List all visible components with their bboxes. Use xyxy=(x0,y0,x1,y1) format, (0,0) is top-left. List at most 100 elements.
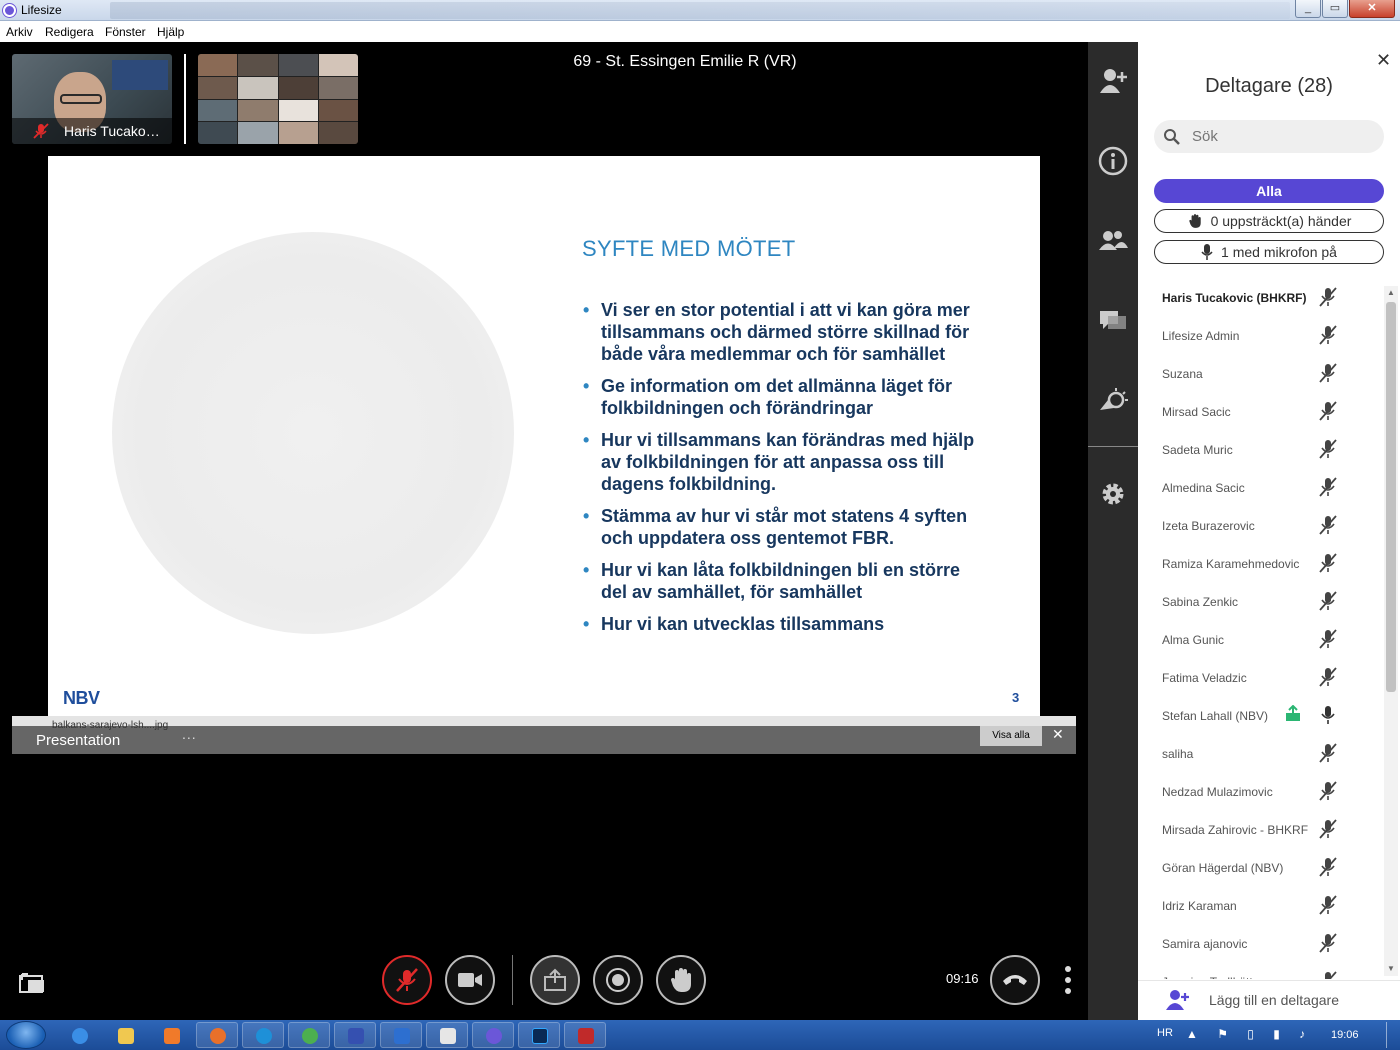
taskbar-edge[interactable] xyxy=(242,1022,284,1048)
raise-hand-icon xyxy=(671,968,691,992)
taskbar-lifesize[interactable] xyxy=(472,1022,514,1048)
camera-button[interactable] xyxy=(445,955,495,1005)
scrollbar-thumb[interactable] xyxy=(1386,302,1396,692)
taskbar-ie[interactable] xyxy=(58,1022,100,1048)
participant-name: Jasmina Trollhättan xyxy=(1162,975,1266,979)
menu-arkiv[interactable]: Arkiv xyxy=(6,25,33,39)
filter-all-button[interactable]: Alla xyxy=(1154,179,1384,203)
participant-row[interactable]: Suzana xyxy=(1138,355,1384,393)
add-user-icon[interactable] xyxy=(1098,66,1128,96)
participant-name: Stefan Lahall (NBV) xyxy=(1162,709,1269,723)
participant-list-scrollbar[interactable]: ▲ ▼ xyxy=(1384,286,1398,976)
add-participant-label: Lägg till en deltagare xyxy=(1209,992,1339,1008)
picture-in-picture-icon[interactable] xyxy=(18,972,46,994)
shared-presentation-slide: SYFTE MED MÖTET Vi ser en stor potential… xyxy=(48,156,1040,716)
taskbar-app[interactable] xyxy=(380,1022,422,1048)
participant-row[interactable]: Fatima Veladzic xyxy=(1138,659,1384,697)
maximize-button[interactable]: ▭ xyxy=(1322,0,1348,18)
taskbar-save[interactable] xyxy=(334,1022,376,1048)
tray-language[interactable]: HR xyxy=(1157,1027,1173,1039)
participant-row[interactable]: Izeta Burazerovic xyxy=(1138,507,1384,545)
muted-mic-icon xyxy=(1319,363,1337,383)
close-icon[interactable]: ✕ xyxy=(1376,50,1391,71)
participant-row[interactable]: Mirsada Zahirovic - BHKRF xyxy=(1138,811,1384,849)
participant-row[interactable]: Sadeta Muric xyxy=(1138,431,1384,469)
info-icon[interactable] xyxy=(1098,146,1128,176)
scroll-down-arrow[interactable]: ▼ xyxy=(1386,964,1396,974)
chat-icon[interactable] xyxy=(1098,306,1128,336)
record-button[interactable] xyxy=(593,955,643,1005)
raise-hand-button[interactable] xyxy=(656,955,706,1005)
muted-mic-icon xyxy=(396,968,418,992)
taskbar-photoshop[interactable] xyxy=(518,1022,560,1048)
hang-up-button[interactable] xyxy=(990,955,1040,1005)
participant-row[interactable]: Göran Hägerdal (NBV) xyxy=(1138,849,1384,887)
slide-bullet: Vi ser en stor potential i att vi kan gö… xyxy=(582,299,982,365)
participant-row[interactable]: saliha xyxy=(1138,735,1384,773)
participant-row[interactable]: Mirsad Sacic xyxy=(1138,393,1384,431)
close-icon[interactable]: ✕ xyxy=(1052,726,1064,743)
participant-name: Nedzad Mulazimovic xyxy=(1162,785,1273,799)
taskbar-chrome[interactable] xyxy=(288,1022,330,1048)
menu-hjalp[interactable]: Hjälp xyxy=(157,25,184,39)
muted-mic-icon xyxy=(1319,439,1337,459)
muted-mic-icon xyxy=(1319,325,1337,345)
taskbar-media[interactable] xyxy=(150,1022,192,1048)
participant-name: Izeta Burazerovic xyxy=(1162,519,1255,533)
participant-row[interactable]: Almedina Sacic xyxy=(1138,469,1384,507)
participant-name: Mirsada Zahirovic - BHKRF xyxy=(1162,823,1309,837)
taskbar-explorer[interactable] xyxy=(104,1022,146,1048)
filter-raised-hands-button[interactable]: 0 uppsträckt(a) händer xyxy=(1154,209,1384,233)
add-user-icon xyxy=(1166,990,1189,1010)
participant-row[interactable]: Idriz Karaman xyxy=(1138,887,1384,925)
share-screen-button[interactable] xyxy=(530,955,580,1005)
start-button[interactable] xyxy=(6,1021,46,1049)
participant-name: Ramiza Karamehmedovic xyxy=(1162,557,1300,571)
participant-row[interactable]: Alma Gunic xyxy=(1138,621,1384,659)
participant-name: Suzana xyxy=(1162,367,1203,381)
participant-row[interactable]: Haris Tucakovic (BHKRF) xyxy=(1138,279,1384,317)
participant-row[interactable]: Sabina Zenkic xyxy=(1138,583,1384,621)
scroll-up-arrow[interactable]: ▲ xyxy=(1386,288,1396,298)
gear-icon[interactable] xyxy=(1098,479,1128,509)
more-options-button[interactable]: ... xyxy=(182,726,197,742)
participant-row[interactable]: Stefan Lahall (NBV) xyxy=(1138,697,1384,735)
system-tray-icons[interactable]: ▲ ⚑ ▯ ▮ ♪ xyxy=(1186,1027,1313,1041)
add-participant-button[interactable]: Lägg till en deltagare xyxy=(1138,980,1400,1020)
filter-mic-on-label: 1 med mikrofon på xyxy=(1221,244,1337,260)
participants-icon[interactable] xyxy=(1098,226,1128,256)
show-desktop-button[interactable] xyxy=(1386,1022,1396,1048)
search-input[interactable] xyxy=(1192,128,1372,145)
participant-row[interactable]: Samira ajanovic xyxy=(1138,925,1384,963)
microphone-on-icon xyxy=(1321,706,1335,724)
participant-name: Lifesize Admin xyxy=(1162,329,1240,343)
participant-row[interactable]: Ramiza Karamehmedovic xyxy=(1138,545,1384,583)
muted-mic-icon xyxy=(1319,781,1337,801)
search-field[interactable] xyxy=(1154,120,1384,153)
menu-redigera[interactable]: Redigera xyxy=(45,25,94,39)
taskbar-game[interactable] xyxy=(564,1022,606,1048)
participant-name: Idriz Karaman xyxy=(1162,899,1237,913)
menu-fonster[interactable]: Fönster xyxy=(105,25,146,39)
mute-microphone-button[interactable] xyxy=(382,955,432,1005)
close-window-button[interactable]: ✕ xyxy=(1349,0,1395,18)
filter-mic-on-button[interactable]: 1 med mikrofon på xyxy=(1154,240,1384,264)
more-options-icon[interactable] xyxy=(1062,964,1074,996)
participant-row[interactable]: Nedzad Mulazimovic xyxy=(1138,773,1384,811)
minimize-button[interactable]: _ xyxy=(1295,0,1321,18)
participants-panel: ✕ Deltagare (28) Alla 0 uppsträckt(a) hä… xyxy=(1138,42,1400,1020)
taskbar-clock[interactable]: 19:06 xyxy=(1331,1029,1359,1041)
video-camera-icon xyxy=(458,973,482,987)
effects-icon[interactable] xyxy=(1098,386,1128,416)
participant-row[interactable]: Jasmina Trollhättan xyxy=(1138,963,1384,979)
slide-bullet: Hur vi tillsammans kan förändras med hjä… xyxy=(582,429,982,495)
show-all-button[interactable]: Visa alla xyxy=(980,726,1042,746)
background-window-ghost xyxy=(110,2,1290,19)
taskbar-notepad[interactable] xyxy=(426,1022,468,1048)
slide-bullet: Hur vi kan utvecklas tillsammans xyxy=(582,613,982,635)
panel-title: Deltagare (28) xyxy=(1205,75,1333,97)
slide-bullet-list: Vi ser en stor potential i att vi kan gö… xyxy=(582,299,982,645)
muted-mic-icon xyxy=(1319,667,1337,687)
taskbar-firefox[interactable] xyxy=(196,1022,238,1048)
participant-row[interactable]: Lifesize Admin xyxy=(1138,317,1384,355)
